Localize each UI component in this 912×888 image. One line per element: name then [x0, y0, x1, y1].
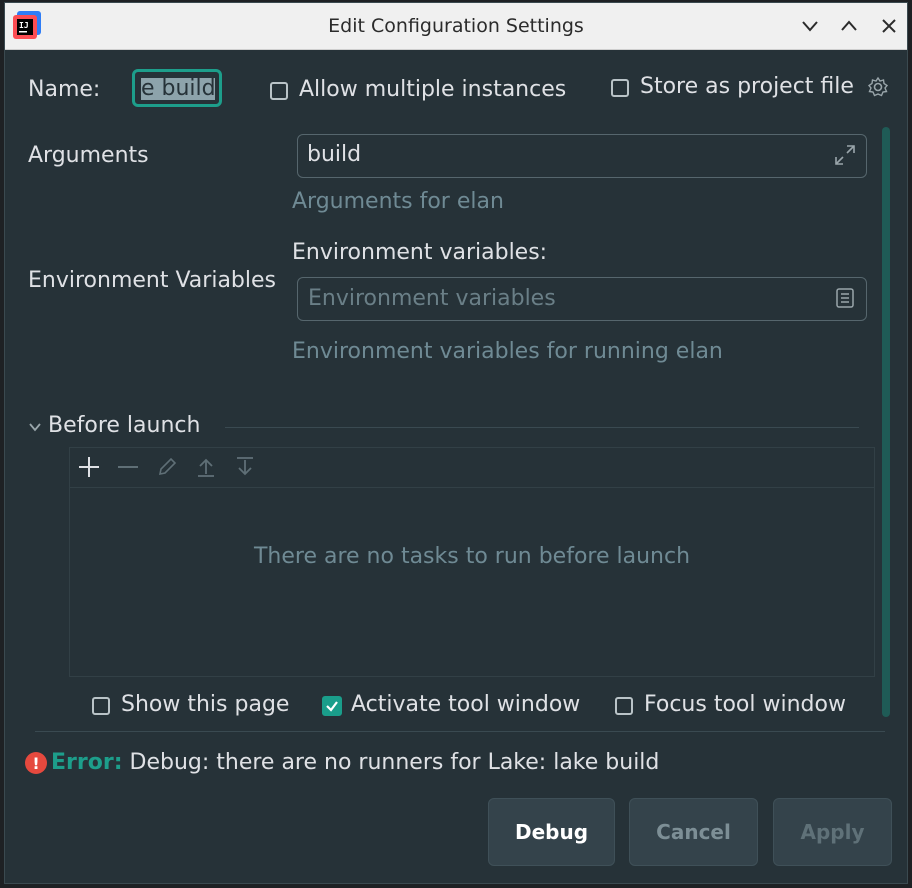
error-text: Debug: there are no runners for Lake: la… — [129, 750, 660, 775]
arguments-value: build — [307, 142, 362, 167]
tasks-toolbar — [70, 448, 874, 488]
window-title: Edit Configuration Settings — [328, 15, 584, 37]
env-label: Environment Variables — [28, 268, 277, 293]
section-divider — [225, 427, 859, 428]
move-down-icon[interactable] — [234, 456, 256, 478]
focus-tool-label[interactable]: Focus tool window — [644, 692, 846, 717]
expand-icon[interactable] — [834, 144, 856, 166]
cancel-button[interactable]: Cancel — [629, 798, 758, 866]
allow-multiple-checkbox[interactable] — [270, 82, 288, 100]
edit-icon[interactable] — [156, 456, 178, 478]
name-input[interactable]: e build — [132, 69, 222, 107]
checkmark-icon — [326, 701, 338, 712]
focus-tool-checkbox[interactable] — [615, 697, 633, 715]
arguments-hint: Arguments for elan — [292, 189, 504, 214]
env-hint: Environment variables for running elan — [292, 339, 723, 364]
before-launch-tasks-panel: There are no tasks to run before launch — [69, 447, 875, 677]
gear-icon[interactable] — [867, 76, 889, 98]
show-page-checkbox[interactable] — [92, 697, 110, 715]
error-icon: ! — [25, 752, 47, 774]
debug-button[interactable]: Debug — [488, 798, 615, 866]
env-placeholder: Environment variables — [308, 286, 556, 311]
arguments-field[interactable]: build — [297, 134, 867, 178]
env-variables-field[interactable]: Environment variables — [297, 277, 867, 321]
edit-configuration-dialog: IJ Edit Configuration Settings Name: e b… — [4, 2, 908, 884]
maximize-icon[interactable] — [836, 13, 862, 39]
activate-tool-checkbox[interactable] — [322, 696, 342, 716]
close-icon[interactable] — [876, 13, 902, 39]
scrollbar[interactable] — [882, 127, 890, 717]
name-label: Name: — [28, 77, 101, 102]
minimize-icon[interactable] — [797, 13, 823, 39]
store-project-label[interactable]: Store as project file — [640, 74, 854, 99]
add-icon[interactable] — [78, 456, 100, 478]
move-up-icon[interactable] — [195, 456, 217, 478]
error-message: Error: Debug: there are no runners for L… — [51, 750, 659, 775]
allow-multiple-label[interactable]: Allow multiple instances — [299, 77, 566, 102]
error-prefix: Error: — [51, 750, 123, 775]
remove-icon[interactable] — [117, 456, 139, 478]
document-icon[interactable] — [834, 287, 856, 309]
title-bar[interactable]: IJ Edit Configuration Settings — [5, 3, 907, 50]
arguments-label: Arguments — [28, 143, 149, 168]
before-launch-title[interactable]: Before launch — [48, 413, 200, 438]
env-field-label: Environment variables: — [292, 240, 548, 265]
empty-tasks-text: There are no tasks to run before launch — [253, 544, 691, 569]
show-page-label[interactable]: Show this page — [121, 692, 289, 717]
bottom-divider — [35, 731, 885, 732]
apply-button[interactable]: Apply — [773, 798, 892, 866]
activate-tool-label[interactable]: Activate tool window — [351, 692, 580, 717]
chevron-down-icon[interactable] — [27, 419, 43, 435]
store-project-checkbox[interactable] — [611, 79, 629, 97]
name-value: e build — [141, 76, 216, 101]
